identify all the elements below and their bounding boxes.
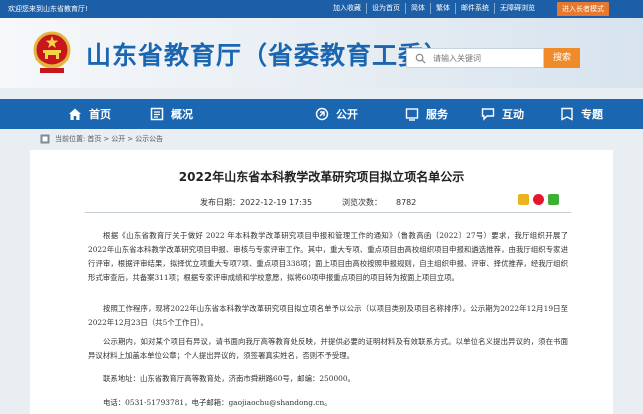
article-paragraph: 根据《山东省教育厅关于做好 2022 年本科教学改革研究项目申报和管理工作的通知… <box>88 231 568 282</box>
view-count-value: 8782 <box>396 198 417 207</box>
service-icon <box>405 108 419 121</box>
open-icon <box>315 107 329 121</box>
publish-date-label: 发布日期： <box>200 198 240 207</box>
nav-label-home: 首页 <box>89 108 111 121</box>
view-count-label: 浏览次数： <box>342 198 382 207</box>
nav-label-service: 服务 <box>426 108 448 121</box>
main-nav: 首页 概况 公开 服务 互动 专题 <box>0 99 643 129</box>
view-count: 浏览次数： 8782 <box>342 197 416 208</box>
title-divider <box>85 212 571 213</box>
wechat-icon[interactable] <box>548 194 559 205</box>
article-paragraph: 电话：0531-51793781，电子邮箱：gaojiaochu@shandon… <box>103 398 332 407</box>
home-icon <box>69 108 81 120</box>
add-favorite-link[interactable]: 加入收藏 <box>328 3 367 14</box>
breadcrumb-open[interactable]: 公开 <box>111 134 125 144</box>
elder-mode-button[interactable]: 进入长者模式 <box>557 2 609 16</box>
traditional-chinese-link[interactable]: 繁体 <box>431 3 456 14</box>
set-homepage-link[interactable]: 设为首页 <box>367 3 406 14</box>
search-icon <box>415 53 426 64</box>
article-paragraph: 联系地址：山东省教育厅高等教育处，济南市舜耕路60号，邮编：250000。 <box>103 374 355 383</box>
nav-item-service[interactable]: 服务 <box>405 99 448 129</box>
site-title: 山东省教育厅（省委教育工委） <box>86 41 451 70</box>
location-icon <box>40 134 50 144</box>
breadcrumb-prefix: 当前位置: <box>55 135 86 143</box>
nav-label-open: 公开 <box>336 108 358 121</box>
breadcrumb-home[interactable]: 首页 <box>87 134 101 144</box>
search-input[interactable]: 请输入关键词 <box>406 48 544 68</box>
share-bar <box>518 194 563 205</box>
article-panel: 2022年山东省本科教学改革研究项目拟立项名单公示 发布日期：2022-12-1… <box>30 150 613 414</box>
site-header: 山东省教育厅（省委教育工委） 请输入关键词 搜索 <box>0 18 643 88</box>
article-paragraph: 公示期内，如对某个项目有异议，请书面向我厅高等教育处反映，并提供必要的证明材料及… <box>88 337 568 360</box>
search-placeholder: 请输入关键词 <box>433 54 481 63</box>
search-button[interactable]: 搜索 <box>544 48 580 68</box>
national-emblem-icon <box>33 31 71 73</box>
favorite-icon[interactable] <box>518 194 529 205</box>
breadcrumb-separator: > <box>127 135 134 143</box>
breadcrumb: 当前位置: 首页 > 公开 > 公示公告 <box>40 134 165 144</box>
top-links: 加入收藏 设为首页 简体 繁体 邮件系统 无障碍浏览 <box>328 3 540 14</box>
nav-item-home[interactable]: 首页 <box>68 99 111 129</box>
breadcrumb-notices[interactable]: 公示公告 <box>135 134 163 144</box>
breadcrumb-separator: > <box>103 135 110 143</box>
simplified-chinese-link[interactable]: 简体 <box>406 3 431 14</box>
publish-date-value: 2022-12-19 17:35 <box>240 198 313 207</box>
top-bar: 欢迎您来到山东省教育厅! 加入收藏 设为首页 简体 繁体 邮件系统 无障碍浏览 … <box>0 0 643 18</box>
article-title: 2022年山东省本科教学改革研究项目拟立项名单公示 <box>178 170 465 184</box>
nav-item-interaction[interactable]: 互动 <box>481 99 524 129</box>
article-paragraph: 按照工作程序，现将2022年山东省本科教学改革研究项目拟立项名单予以公示（以项目… <box>88 304 568 327</box>
nav-label-interaction: 互动 <box>502 108 524 121</box>
topic-icon <box>561 107 573 121</box>
publish-date: 发布日期：2022-12-19 17:35 <box>200 197 312 208</box>
nav-label-overview: 概况 <box>171 108 193 121</box>
nav-label-topic: 专题 <box>581 108 603 121</box>
welcome-text: 欢迎您来到山东省教育厅! <box>8 5 88 13</box>
overview-icon <box>150 107 164 121</box>
accessibility-link[interactable]: 无障碍浏览 <box>495 3 540 14</box>
nav-item-overview[interactable]: 概况 <box>150 99 193 129</box>
interaction-icon <box>481 108 495 121</box>
nav-item-topic[interactable]: 专题 <box>560 99 603 129</box>
nav-item-open[interactable]: 公开 <box>315 99 358 129</box>
weibo-icon[interactable] <box>533 194 544 205</box>
mail-system-link[interactable]: 邮件系统 <box>456 3 495 14</box>
